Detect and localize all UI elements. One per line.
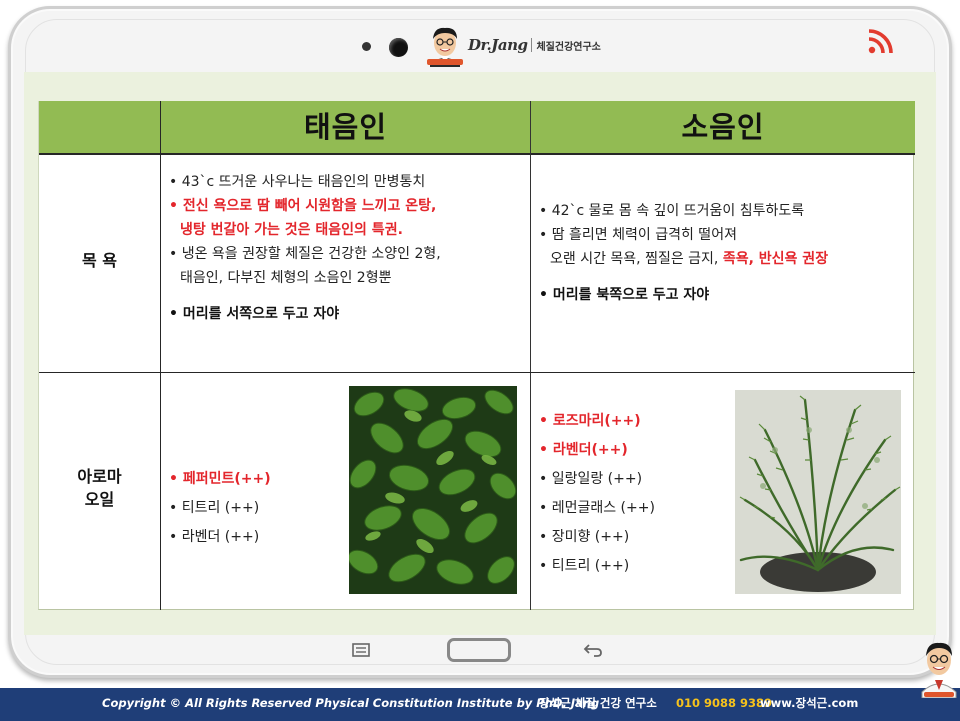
logo-separator [531,38,533,52]
list-item: 냉탕 번갈아 가는 것은 태음인의 특권. [180,222,403,238]
bath-soeum-cell: • 42`c 물로 몸 속 깊이 뜨거움이 침투하도록 • 땀 흘리면 체력이 … [539,199,828,307]
column-header-taeeum: 태음인 [303,110,388,144]
list-item: • 티트리 (++) [539,558,630,574]
signal-icon [866,24,898,56]
list-item: 태음인, 다부진 체형의 소음인 2형뿐 [180,270,392,286]
list-item: • 레먼글래스 (++) [539,500,655,516]
list-item: • 냉온 욕을 권장할 체질은 건강한 소양인 2형, [169,246,441,262]
header-divider [39,153,915,155]
list-item: • 43`c 뜨거운 사우나는 태음인의 만병통치 [169,174,426,190]
back-icon[interactable] [582,641,604,659]
list-item: • 머리를 서쪽으로 두고 자야 [169,306,340,322]
list-item: 오랜 시간 목욕, 찜질은 금지, 족욕, 반신욕 권장 [539,247,828,271]
camera-lens [389,38,408,57]
list-item: • 일랑일랑 (++) [539,471,643,487]
footer-phone: 010 9088 9389 [676,696,773,710]
column-divider [160,101,161,610]
footer-copyright: Copyright © All Rights Reserved Physical… [102,696,600,710]
list-item-text: 오랜 시간 목욕, 찜질은 금지, [550,251,719,267]
list-item: • 티트리 (++) [169,500,260,516]
peppermint-photo [349,386,517,594]
doctor-caricature-icon [424,23,466,67]
menu-icon[interactable] [351,642,373,658]
logo-tagline: 체질건강연구소 [536,41,601,53]
list-item: • 전신 욕으로 땀 빼어 시원함을 느끼고 온탕, [169,198,437,214]
slide: Dr.Jang 체질건강연구소 태음인 소음인 목 욕 • 43`c 뜨거운 사… [0,0,960,721]
bath-taeeum-cell: • 43`c 뜨거운 사우나는 태음인의 만병통치 • 전신 욕으로 땀 빼어 … [169,170,441,326]
row-label-bath: 목 욕 [81,251,117,270]
list-item: • 로즈마리(++) [539,413,641,429]
list-item: • 장미향 (++) [539,529,630,545]
row-label-line: 오일 [84,490,115,509]
row-label-aroma: 아로마 오일 [39,465,160,511]
aroma-soeum-cell: • 로즈마리(++) • 라벤더(++) • 일랑일랑 (++) • 레먼글래스… [539,407,655,581]
brand-logo: Dr.Jang 체질건강연구소 [424,22,601,68]
aroma-taeeum-cell: • 페퍼민트(++) • 티트리 (++) • 라벤더 (++) [169,465,271,552]
footer-website: www.장석근.com [760,696,859,710]
row-label-line: 아로마 [77,467,122,486]
list-item: • 라벤더(++) [539,442,628,458]
list-item: • 42`c 물로 몸 속 깊이 뜨거움이 침투하도록 [539,203,805,219]
home-button[interactable] [447,638,511,662]
footer-bar: Copyright © All Rights Reserved Physical… [0,688,960,721]
list-item-highlight: 족욕, 반신욕 권장 [722,251,829,267]
row-divider [39,372,915,373]
list-item: • 페퍼민트(++) [169,471,271,487]
comparison-table: 태음인 소음인 목 욕 • 43`c 뜨거운 사우나는 태음인의 만병통치 • … [38,101,915,610]
rosemary-photo [735,390,901,594]
footer-institute: 장석근 체질 건강 연구소 [539,696,657,710]
logo-brand: Dr.Jang [468,36,528,54]
column-divider [530,101,531,610]
list-item: • 라벤더 (++) [169,529,260,545]
doctor-mascot-icon [918,636,960,699]
sensor-dot [362,42,371,51]
list-item: • 머리를 북쪽으로 두고 자야 [539,287,710,303]
list-item: • 땀 흘리면 체력이 급격히 떨어져 [539,227,737,243]
column-header-soeum: 소음인 [681,110,765,144]
